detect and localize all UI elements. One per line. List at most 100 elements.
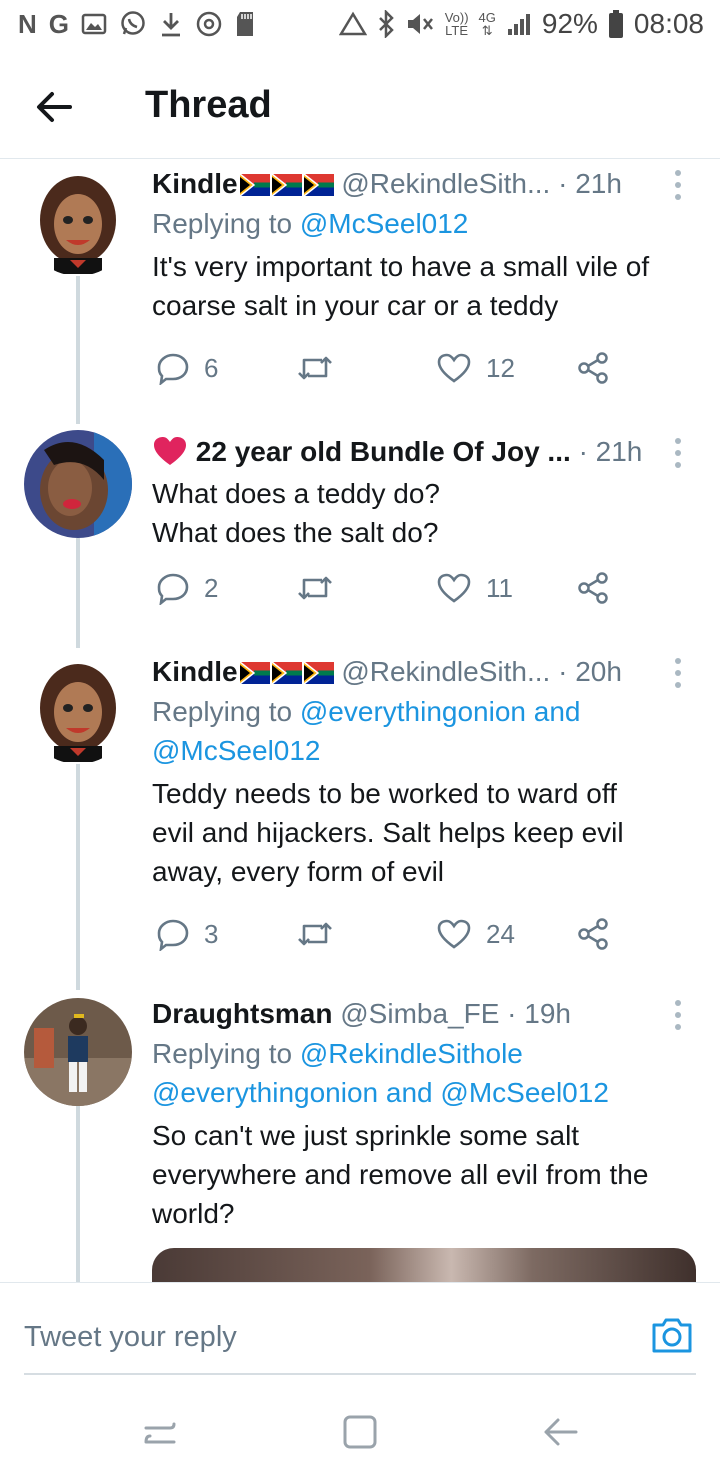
retweet-button[interactable] — [296, 914, 334, 954]
tweet-actions: 2 11 — [152, 568, 632, 608]
camera-button[interactable] — [650, 1313, 694, 1357]
south-africa-flag-icon — [303, 174, 334, 196]
author-handle[interactable]: @Simba_FE — [340, 998, 499, 1029]
south-africa-flag-icon — [303, 662, 334, 684]
reply-icon — [157, 919, 189, 951]
tweet-timestamp[interactable]: · 21h — [558, 168, 622, 199]
author-name[interactable]: 22 year old Bundle Of Joy ... — [196, 436, 571, 467]
replying-to: Replying to @McSeel012 — [152, 204, 692, 243]
tweet[interactable]: Kindle @RekindleSith... · 21h Replying t… — [0, 164, 720, 414]
like-count: 11 — [486, 572, 513, 603]
like-button[interactable]: 11 — [436, 568, 513, 608]
settings-notification-icon — [196, 11, 222, 37]
page-title: Thread — [145, 84, 272, 126]
data-saver-icon — [338, 11, 367, 36]
n-notification-icon: N — [18, 9, 37, 39]
author-name[interactable]: Kindle — [152, 168, 238, 199]
camera-icon — [652, 1318, 692, 1353]
home-square-icon — [343, 1415, 377, 1449]
cartoon-avatar-image — [24, 168, 132, 276]
tweet-text: Teddy needs to be worked to ward off evi… — [152, 774, 692, 891]
like-button[interactable]: 12 — [436, 348, 515, 388]
reply-button[interactable]: 3 — [156, 914, 218, 954]
profile-photo-image — [24, 998, 132, 1106]
tweet-text-line: It's very important to have a small vile… — [152, 251, 650, 282]
avatar[interactable] — [24, 168, 132, 276]
like-button[interactable]: 24 — [436, 914, 515, 954]
tweet-text-line: So can't we just sprinkle some salt — [152, 1120, 580, 1151]
reply-button[interactable]: 2 — [156, 568, 218, 608]
replying-to-prefix: Replying to — [152, 208, 300, 239]
reply-icon — [157, 573, 189, 605]
mention-link[interactable]: @everythingonion and — [300, 696, 581, 727]
tweet-text-line: evil and hijackers. Salt helps keep evil — [152, 817, 624, 848]
home-button[interactable] — [340, 1412, 380, 1452]
author-handle[interactable]: @RekindleSith... — [341, 168, 550, 199]
share-button[interactable] — [576, 568, 610, 608]
south-africa-flag-icon — [271, 662, 302, 684]
back-button[interactable] — [30, 82, 80, 132]
share-button[interactable] — [576, 348, 610, 388]
tweet[interactable]: Draughtsman @Simba_FE · 19h Replying to … — [0, 996, 720, 1286]
reply-button[interactable]: 6 — [156, 348, 218, 388]
south-africa-flag-icon — [271, 174, 302, 196]
reply-input[interactable]: Tweet your reply — [24, 1315, 624, 1359]
tweet-body: Kindle @RekindleSith... · 21h Replying t… — [152, 166, 692, 325]
retweet-button[interactable] — [296, 568, 334, 608]
tweet[interactable]: 22 year old Bundle Of Joy ... · 21h What… — [0, 430, 720, 650]
share-icon — [578, 918, 608, 950]
heart-outline-icon — [437, 573, 471, 603]
gallery-notification-icon — [81, 13, 107, 35]
tweet-text-line: Teddy needs to be worked to ward off — [152, 778, 617, 809]
avatar[interactable] — [24, 430, 132, 538]
mention-link[interactable]: @McSeel012 — [152, 731, 692, 770]
tweet[interactable]: Kindle @RekindleSith... · 20h Replying t… — [0, 652, 720, 982]
download-notification-icon — [162, 13, 181, 37]
heart-icon — [154, 437, 186, 465]
retweet-icon — [298, 922, 332, 946]
battery-percent: 92% — [541, 8, 598, 39]
mention-link[interactable]: @everythingonion and @McSeel012 — [152, 1073, 692, 1112]
tweet-body: 22 year old Bundle Of Joy ... · 21h What… — [152, 434, 692, 552]
cartoon-avatar-image — [24, 656, 132, 764]
profile-photo-image — [24, 430, 132, 538]
tweet-text-line: coarse salt in your car or a teddy — [152, 290, 559, 321]
network-type-indicator: 4G ⇅ — [479, 11, 496, 37]
replying-to: Replying to @everythingonion and @McSeel… — [152, 692, 692, 770]
south-africa-flag-icon — [239, 662, 270, 684]
recent-apps-icon — [144, 1422, 176, 1444]
share-icon — [578, 352, 608, 384]
avatar[interactable] — [24, 998, 132, 1106]
tweet-timestamp[interactable]: · 21h — [579, 436, 643, 467]
status-left-icons: N G — [18, 8, 255, 40]
author-handle[interactable]: @RekindleSith... — [341, 656, 550, 687]
reply-count: 3 — [204, 918, 219, 949]
clock: 08:08 — [633, 8, 704, 39]
tweet-text: It's very important to have a small vile… — [152, 247, 692, 325]
tweet-header: Kindle @RekindleSith... · 20h — [152, 654, 692, 690]
reply-count: 2 — [204, 572, 219, 603]
sd-card-notification-icon — [237, 12, 254, 36]
tweet-timestamp[interactable]: · 20h — [558, 656, 622, 687]
mention-link[interactable]: @RekindleSithole — [300, 1038, 523, 1069]
reply-count: 6 — [204, 352, 219, 383]
tweet-text: What does a teddy do? What does the salt… — [152, 474, 692, 552]
signal-strength-icon — [507, 14, 530, 35]
tweet-body: Draughtsman @Simba_FE · 19h Replying to … — [152, 996, 692, 1233]
mention-link[interactable]: @McSeel012 — [300, 208, 469, 239]
retweet-icon — [298, 356, 332, 380]
like-count: 12 — [486, 352, 515, 383]
author-name[interactable]: Draughtsman — [152, 998, 332, 1029]
share-button[interactable] — [576, 914, 610, 954]
mute-icon — [407, 14, 433, 34]
tweet-timestamp[interactable]: · 19h — [507, 998, 571, 1029]
avatar[interactable] — [24, 656, 132, 764]
retweet-button[interactable] — [296, 348, 334, 388]
author-name[interactable]: Kindle — [152, 656, 238, 687]
tweet-actions: 6 12 — [152, 348, 632, 388]
network-arrows-icon: ⇅ — [481, 23, 493, 38]
battery-icon — [608, 10, 623, 38]
replying-to-prefix: Replying to — [152, 1038, 300, 1069]
recent-apps-button[interactable] — [140, 1412, 180, 1452]
system-back-button[interactable] — [540, 1412, 580, 1452]
